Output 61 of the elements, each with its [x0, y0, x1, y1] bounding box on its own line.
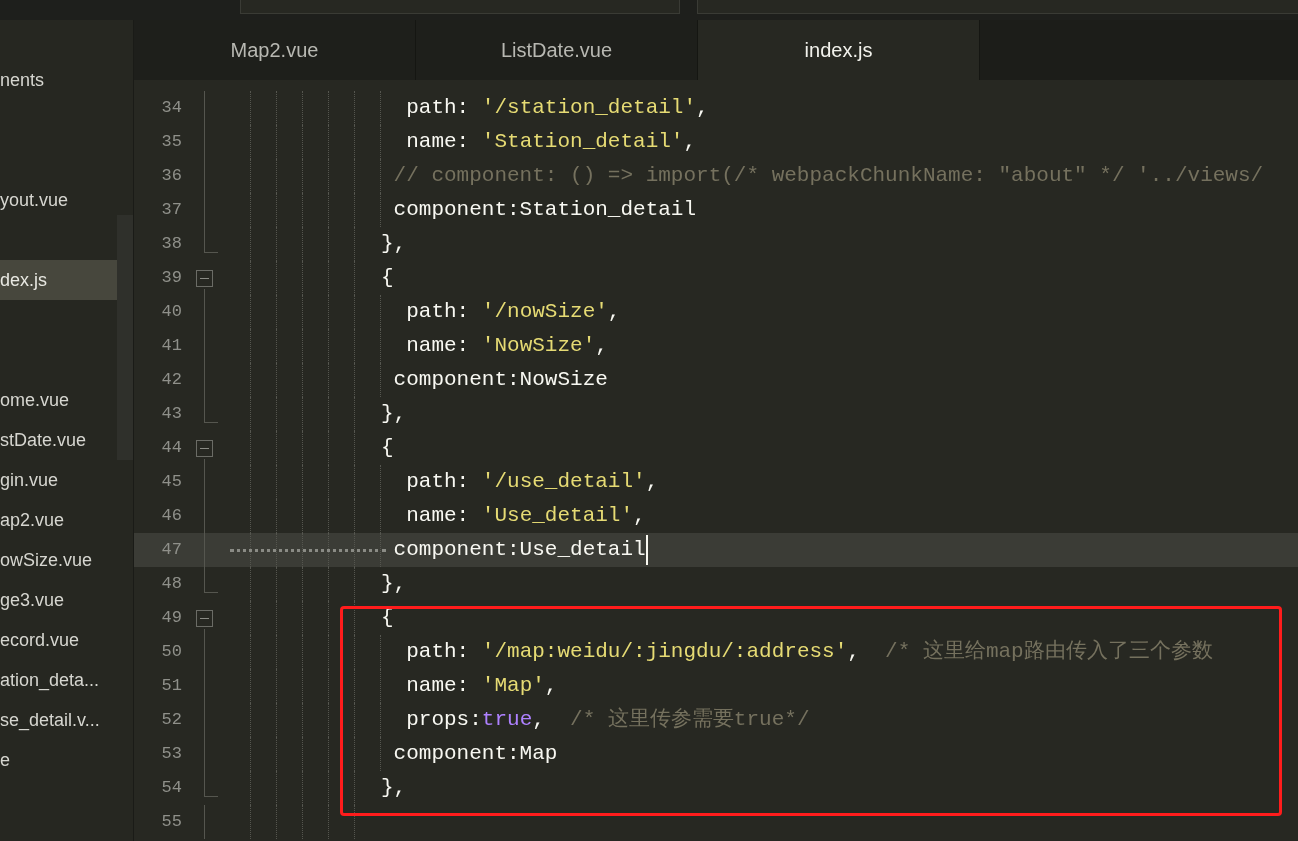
code-line: component:Map — [392, 741, 558, 768]
code-line: path: '/map:weidu/:jingdu/:address', /* 这里给map路由传入了三个参数 — [405, 638, 1213, 666]
code-line: name: 'Use_detail', — [405, 503, 646, 530]
sidebar-item[interactable]: ge3.vue — [0, 580, 65, 620]
sidebar-item[interactable]: nents — [0, 60, 45, 100]
line-number: 52 — [161, 709, 182, 732]
line-number: 37 — [161, 199, 182, 222]
text-cursor — [645, 535, 648, 565]
line-number: 42 — [161, 369, 182, 392]
line-number: 53 — [161, 743, 182, 766]
sidebar-item[interactable]: ation_deta... — [0, 660, 100, 700]
code-line: { — [381, 435, 394, 462]
scrollbar[interactable] — [117, 215, 133, 460]
code-line: path: '/nowSize', — [405, 299, 621, 326]
line-number: 49 — [161, 607, 182, 630]
code-line: { — [381, 265, 394, 292]
sidebar-item[interactable]: ecord.vue — [0, 620, 80, 660]
line-number: 47 — [161, 539, 182, 562]
line-number: 38 — [161, 233, 182, 256]
code-line: path: '/use_detail', — [405, 469, 659, 496]
sidebar-item[interactable]: yout.vue — [0, 180, 69, 220]
sidebar-item[interactable]: gin.vue — [0, 460, 59, 500]
sidebar-item[interactable]: dex.js — [0, 260, 117, 300]
code-line: path: '/station_detail', — [405, 95, 709, 122]
code-line: props:true, /* 这里传参需要true*/ — [405, 706, 810, 734]
code-line: }, — [381, 571, 407, 598]
line-number: 54 — [161, 777, 182, 800]
line-number: 45 — [161, 471, 182, 494]
code-line: component:Station_detail — [392, 197, 697, 224]
line-number: 48 — [161, 573, 182, 596]
code-line: name: 'Map', — [405, 673, 558, 700]
line-number: 40 — [161, 301, 182, 324]
sidebar-item[interactable]: se_detail.v... — [0, 700, 100, 740]
code-line: name: 'Station_detail', — [405, 129, 697, 156]
sidebar-item[interactable]: owSize.vue — [0, 540, 93, 580]
line-number: 51 — [161, 675, 182, 698]
code-line: component:Use_detail — [392, 537, 646, 564]
fold-toggle[interactable] — [196, 270, 213, 287]
line-number: 50 — [161, 641, 182, 664]
line-number: 39 — [161, 267, 182, 290]
code-line: }, — [381, 775, 407, 802]
line-number: 35 — [161, 131, 182, 154]
line-number: 46 — [161, 505, 182, 528]
code-line: }, — [381, 231, 407, 258]
tab[interactable]: index.js — [698, 20, 980, 80]
line-number: 34 — [161, 97, 182, 120]
line-number: 43 — [161, 403, 182, 426]
sidebar-item[interactable]: e — [0, 740, 10, 780]
code-line: // component: () => import(/* webpackChunkName: "about" */ '../views/ — [392, 163, 1264, 190]
line-number: 36 — [161, 165, 182, 188]
line-number: 41 — [161, 335, 182, 358]
line-number: 44 — [161, 437, 182, 460]
line-number: 55 — [161, 811, 182, 834]
sidebar-item[interactable]: stDate.vue — [0, 420, 87, 460]
code-line: component:NowSize — [392, 367, 608, 394]
code-line: }, — [381, 401, 407, 428]
fold-toggle[interactable] — [196, 610, 213, 627]
code-line: name: 'NowSize', — [405, 333, 608, 360]
fold-toggle[interactable] — [196, 440, 213, 457]
sidebar-item[interactable]: ome.vue — [0, 380, 70, 420]
sidebar-item[interactable]: ap2.vue — [0, 500, 65, 540]
